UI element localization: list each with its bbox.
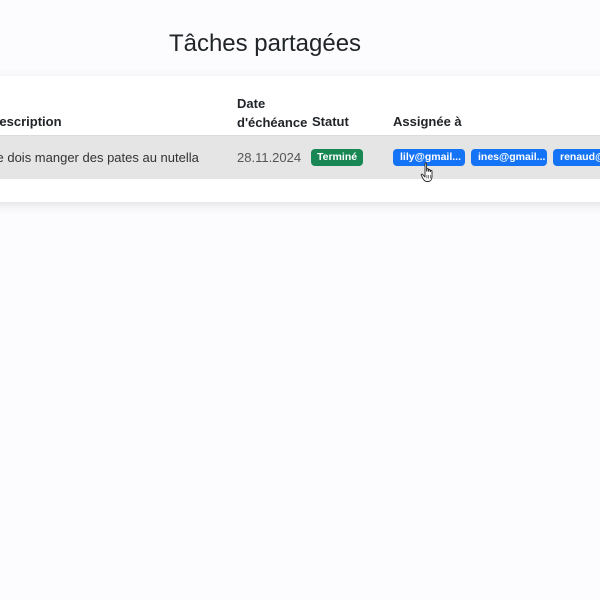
- page-title: Tâches partagées: [168, 30, 362, 57]
- assignee-badge[interactable]: renaud@gmail...: [553, 149, 600, 166]
- tasks-table-card: Description Date d'échéance Statut Assig…: [0, 76, 600, 202]
- status-badge: Terminé: [311, 149, 364, 166]
- task-due-date: 28.11.2024: [237, 150, 302, 165]
- header-description: Description: [0, 114, 62, 129]
- table-row[interactable]: Je dois manger des pates au nutella 28.1…: [0, 135, 600, 179]
- header-status: Statut: [312, 114, 349, 129]
- hand-pointer-icon: [420, 162, 433, 182]
- assignee-badge[interactable]: ines@gmail...: [471, 149, 547, 166]
- header-due-date: Date d'échéance: [237, 96, 308, 130]
- task-description: Je dois manger des pates au nutella: [0, 150, 199, 165]
- page: Tâches partagées Description Date d'éché…: [0, 0, 600, 600]
- header-assigned-to: Assignée à: [393, 114, 462, 129]
